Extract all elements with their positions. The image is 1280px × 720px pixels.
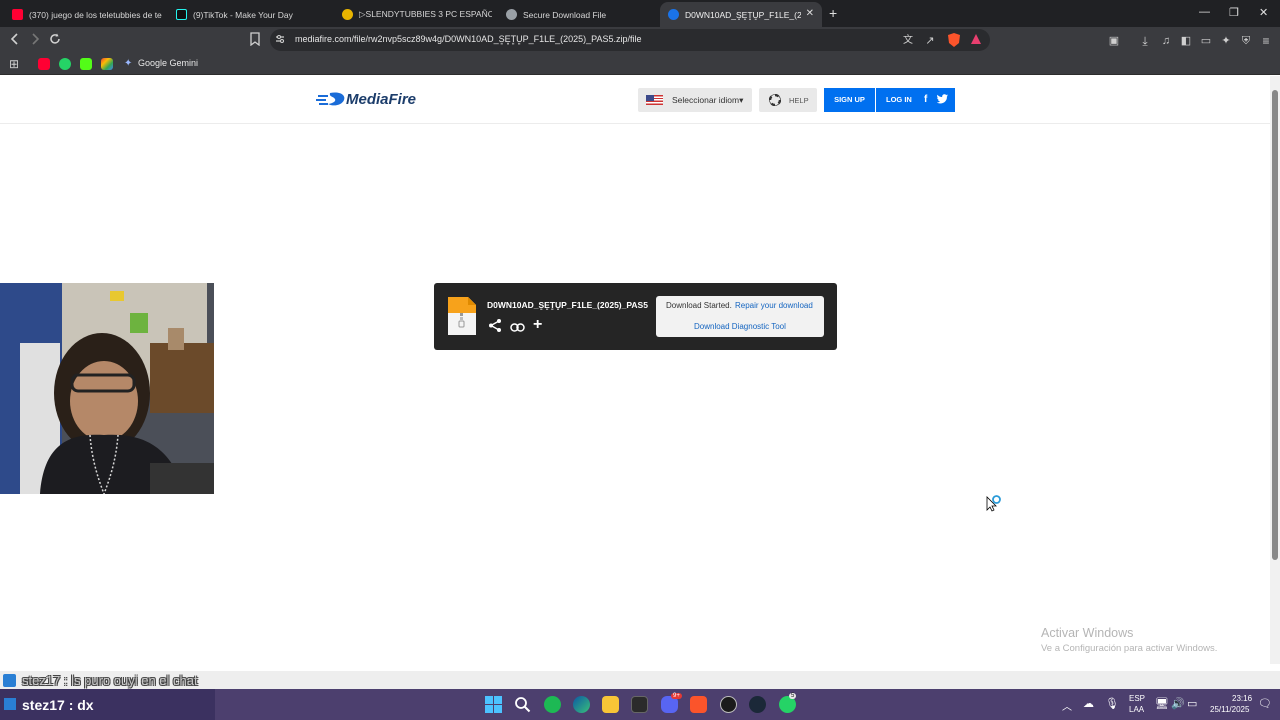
microphone-icon[interactable]: 🎙 xyxy=(1105,697,1119,710)
sidebar-icon[interactable]: ◧ xyxy=(1178,33,1194,49)
discord-badge: 9+ xyxy=(671,693,682,699)
brave-icon[interactable] xyxy=(690,696,707,713)
gemini-icon: ✦ xyxy=(124,58,133,69)
add-to-account-icon[interactable]: + xyxy=(533,317,542,333)
search-icon[interactable] xyxy=(514,696,531,713)
busy-cursor-icon xyxy=(985,494,1003,517)
start-button[interactable] xyxy=(485,696,502,713)
facebook-icon[interactable]: f xyxy=(924,88,927,112)
show-hidden-icons[interactable]: ︿ xyxy=(1062,698,1072,713)
leo-ai-icon[interactable]: ✦ xyxy=(1218,33,1234,49)
zip-file-icon xyxy=(448,297,476,335)
downloads-icon[interactable]: ⤓ xyxy=(1137,33,1153,49)
clock-time[interactable]: 23:16 xyxy=(1232,694,1252,703)
mediafire-header xyxy=(0,76,1270,124)
onedrive-icon[interactable]: ☁ xyxy=(1083,697,1094,710)
help-label: HELP xyxy=(789,96,809,105)
twitter-icon[interactable] xyxy=(936,94,948,106)
site-settings-icon[interactable] xyxy=(274,33,286,45)
share-icon[interactable]: ↗ xyxy=(922,33,938,49)
login-button[interactable]: LOG IN f xyxy=(876,88,955,112)
tab-label: D0WN10AD_S͈E͈T͈U͈P_F1LE_(2025) xyxy=(685,9,801,20)
obs-icon[interactable] xyxy=(720,696,737,713)
language-selector[interactable]: Seleccionar idiom▾ xyxy=(638,88,752,112)
forward-icon[interactable] xyxy=(27,32,43,48)
tab-label: (370) juego de los teletubbies de ter xyxy=(29,9,162,20)
back-icon[interactable] xyxy=(7,32,23,48)
url-text: mediafire.com/file/rw2nvp5scz89w4g/D0WN1… xyxy=(295,34,642,44)
tab-label: ▷SLENDYTUBBIES 3 PC ESPAÑOL v1. xyxy=(359,9,492,19)
webcam-overlay xyxy=(0,283,214,494)
language-label: Seleccionar idiom▾ xyxy=(672,95,744,105)
close-tab-icon[interactable]: ✕ xyxy=(806,8,814,19)
wallet-icon[interactable]: ▣ xyxy=(1106,33,1122,49)
brave-rewards-icon[interactable] xyxy=(968,33,984,49)
scrollbar-thumb[interactable] xyxy=(1272,90,1278,560)
input-language-top[interactable]: ESP xyxy=(1129,694,1145,703)
mediafire-favicon-icon xyxy=(668,9,679,20)
signup-button[interactable]: SIGN UP xyxy=(824,88,875,112)
clock-date[interactable]: 25/11/2025 xyxy=(1210,705,1249,714)
reload-icon[interactable] xyxy=(47,32,63,48)
overlay-app-icon xyxy=(4,698,16,710)
mediafire-logo[interactable]: MediaFire xyxy=(346,91,416,108)
tiktok-icon xyxy=(176,9,187,20)
whatsapp-bookmark-icon[interactable] xyxy=(59,58,71,70)
tab-slendytubbies[interactable]: ▷SLENDYTUBBIES 3 PC ESPAÑOL v1. xyxy=(334,2,492,27)
tab-tiktok[interactable]: (9)TikTok - Make Your Day xyxy=(168,2,328,27)
network-icon[interactable]: 🖥 xyxy=(1155,697,1169,710)
tab-mediafire[interactable]: D0WN10AD_S͈E͈T͈U͈P_F1LE_(2025) ✕ xyxy=(660,2,822,27)
new-tab-button[interactable]: + xyxy=(829,5,837,21)
tab-youtube[interactable]: (370) juego de los teletubbies de ter xyxy=(4,2,162,27)
mediafire-flame-icon xyxy=(316,91,346,112)
edge-icon[interactable] xyxy=(573,696,590,713)
tab-label: Secure Download File xyxy=(523,9,607,20)
volume-icon[interactable]: 🔊 xyxy=(1171,697,1185,710)
stream-overlay-text: stez17 : dx xyxy=(22,697,94,713)
chat-app-icon xyxy=(3,674,16,687)
youtube-bookmark-icon[interactable] xyxy=(38,58,50,70)
steam-icon[interactable] xyxy=(749,696,766,713)
vpn-icon[interactable]: ⛨ xyxy=(1238,33,1254,49)
translate-icon[interactable]: 文 xyxy=(900,33,916,49)
repair-download-link[interactable]: Repair your download xyxy=(735,301,813,310)
activate-windows-title: Activar Windows xyxy=(1041,626,1134,640)
youtube-icon xyxy=(12,9,23,20)
maximize-button[interactable]: ❐ xyxy=(1229,6,1239,19)
apps-grid-icon[interactable]: ⊞ xyxy=(6,56,22,72)
kick-bookmark-icon[interactable] xyxy=(80,58,92,70)
file-name: D0WN10AD_S͈E͈T͈U͈P_F1LE_(2025)_PAS5 xyxy=(487,300,648,310)
brave-shields-icon[interactable] xyxy=(946,32,962,48)
chat-message: stez17 : ls puro ouyi en el chat xyxy=(22,673,198,688)
activate-windows-subtitle: Ve a Configuración para activar Windows. xyxy=(1041,643,1218,654)
site-favicon-icon xyxy=(342,9,353,20)
file-explorer-icon[interactable] xyxy=(602,696,619,713)
spotify-icon[interactable] xyxy=(544,696,561,713)
help-button[interactable]: HELP xyxy=(759,88,817,112)
minimize-button[interactable]: — xyxy=(1199,6,1210,18)
copy-link-icon[interactable] xyxy=(510,320,525,338)
download-started-text: Download Started. xyxy=(666,301,732,310)
wallet-card-icon[interactable]: ▭ xyxy=(1198,33,1214,49)
bookmark-icon[interactable] xyxy=(247,32,263,48)
input-language-bottom[interactable]: LAA xyxy=(1129,705,1144,714)
bookmark-google-gemini[interactable]: Google Gemini xyxy=(138,58,198,68)
diagnostic-tool-link[interactable]: Download Diagnostic Tool xyxy=(694,322,786,331)
tab-secure-download[interactable]: Secure Download File xyxy=(498,2,656,27)
login-label: LOG IN xyxy=(886,95,912,104)
globe-icon xyxy=(506,9,517,20)
us-flag-icon xyxy=(646,95,663,105)
close-window-button[interactable]: ✕ xyxy=(1259,6,1268,19)
media-icon[interactable]: ♫ xyxy=(1158,33,1174,49)
menu-icon[interactable]: ≡ xyxy=(1258,33,1274,49)
gmail-bookmark-icon[interactable] xyxy=(101,58,113,70)
lifebuoy-icon xyxy=(768,93,782,108)
store-icon[interactable] xyxy=(631,696,648,713)
tab-label: (9)TikTok - Make Your Day xyxy=(193,9,293,20)
notifications-icon[interactable]: 🗨 xyxy=(1258,697,1272,710)
share-file-icon[interactable] xyxy=(488,319,502,337)
download-status-box: Download Started. Repair your download D… xyxy=(656,296,824,337)
battery-icon[interactable]: ▭ xyxy=(1187,697,1197,710)
